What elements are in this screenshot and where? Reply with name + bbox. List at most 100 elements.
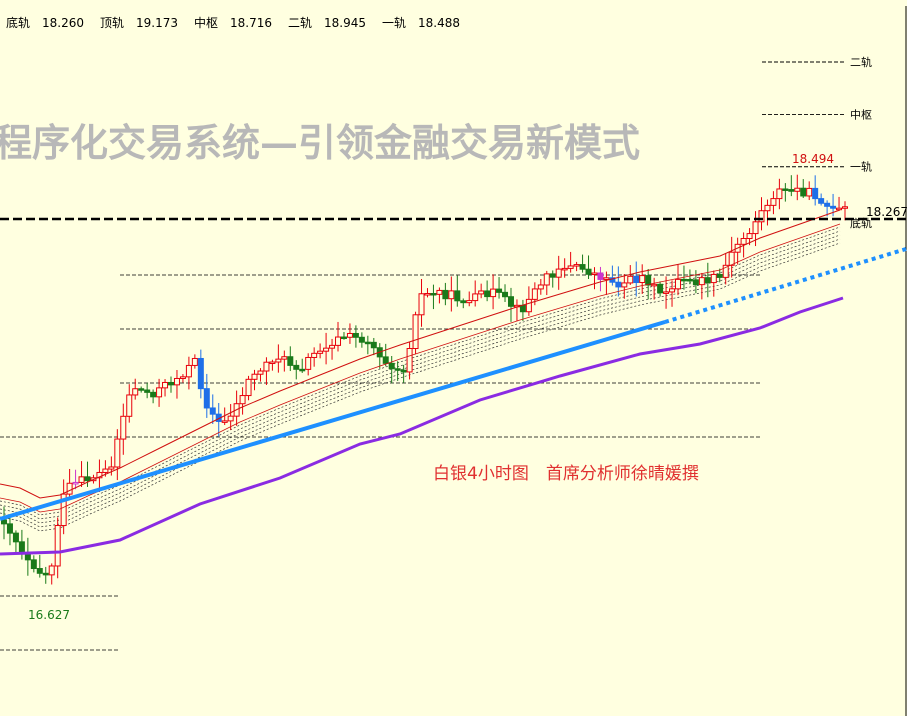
candlesticks [1, 174, 848, 585]
candle-body [710, 273, 717, 284]
candle-body [633, 275, 640, 284]
candle-body [549, 273, 556, 278]
candle-body [370, 341, 377, 349]
candle-body [436, 289, 443, 295]
header-label-3: 二轨 [288, 16, 312, 30]
candle-body [78, 476, 85, 483]
candle-body [728, 251, 735, 266]
candle-body [30, 559, 37, 570]
candle-body [525, 298, 532, 313]
candle-body [227, 415, 234, 422]
candle-body [782, 188, 789, 191]
candle-body [812, 187, 819, 200]
candle-body [686, 278, 693, 282]
candle-body [836, 207, 843, 211]
candle-body [108, 466, 115, 470]
candle-body [806, 187, 813, 197]
candle-body [692, 279, 699, 286]
low-price-label: 16.627 [28, 608, 70, 622]
candle-body [156, 387, 163, 398]
candle-body [579, 264, 586, 270]
candle-body [818, 198, 825, 204]
candle-body [287, 356, 294, 366]
candle-body [639, 275, 646, 284]
candle-body [621, 282, 628, 288]
candle-body [293, 364, 300, 370]
header-label-0: 底轨 [6, 15, 30, 30]
candle-body [126, 394, 133, 417]
candle-body [537, 284, 544, 290]
candle-body [603, 277, 610, 280]
candle-body [251, 373, 258, 380]
candle-body [669, 288, 676, 293]
candle-body [132, 388, 139, 396]
candle-body [245, 378, 252, 397]
candle-body [478, 290, 485, 295]
candle-body [257, 370, 264, 375]
candle-body [507, 296, 514, 307]
candle-body [794, 187, 801, 192]
candle-body [18, 541, 25, 554]
candle-body [567, 265, 574, 269]
candle-body [263, 361, 270, 372]
candle-body [42, 572, 49, 576]
candle-body [484, 290, 491, 298]
candle-body [645, 275, 652, 286]
candle-body [561, 267, 568, 271]
candle-body [382, 356, 389, 364]
candle-body [364, 341, 371, 345]
candle-body [573, 264, 580, 267]
moving-averages [0, 209, 844, 556]
candle-body [335, 336, 342, 346]
candle-body [209, 407, 216, 415]
candle-body [36, 568, 43, 574]
candle-body [674, 278, 681, 290]
candle-body [418, 293, 425, 316]
watermark: 程序化交易系统—引领金融交易新模式 [0, 120, 640, 165]
header-label-4: 一轨 [382, 16, 406, 30]
candle-body [454, 290, 461, 302]
header-label-2: 中枢 [194, 15, 218, 30]
candle-body [84, 476, 91, 482]
candle-body [358, 336, 365, 343]
header-value-4: 18.488 [418, 16, 460, 30]
level-label-2: 一轨 [850, 160, 872, 174]
candle-body [740, 238, 747, 245]
candle-body [203, 388, 210, 409]
candle-body [448, 290, 455, 300]
candle-body [555, 268, 562, 278]
header-label-1: 顶轨 [100, 16, 124, 30]
candle-body [716, 273, 723, 278]
candle-body [275, 358, 282, 363]
candle-body [430, 293, 437, 296]
candle-body [72, 481, 79, 485]
candle-body [519, 304, 526, 313]
candle-body [352, 332, 359, 338]
candle-body [663, 291, 670, 294]
candle-body [394, 368, 401, 371]
header-value-0: 18.260 [42, 16, 84, 30]
candle-body [340, 336, 347, 340]
candle-body [651, 283, 658, 287]
candle-body [698, 277, 705, 286]
header-value-2: 18.716 [230, 16, 272, 30]
candle-body [704, 277, 711, 284]
candle-body [496, 288, 503, 293]
candle-body [299, 368, 306, 372]
candle-body [680, 278, 687, 282]
candle-body [329, 344, 336, 349]
candle-body [400, 369, 407, 373]
candle-body [388, 362, 395, 370]
candle-body [490, 288, 497, 298]
candle-body [746, 233, 753, 240]
chart-annotation: 白银4小时图 首席分析师徐晴媛撰 [433, 464, 699, 484]
candle-body [323, 347, 330, 352]
envelope-line-0 [0, 226, 841, 516]
current-price-label: 18.267 [866, 205, 907, 219]
candle-body [657, 283, 664, 294]
header-value-3: 18.945 [324, 16, 366, 30]
candle-body [502, 291, 509, 298]
candle-body [120, 415, 127, 440]
candle-body [472, 293, 479, 302]
candle-body [412, 314, 419, 350]
